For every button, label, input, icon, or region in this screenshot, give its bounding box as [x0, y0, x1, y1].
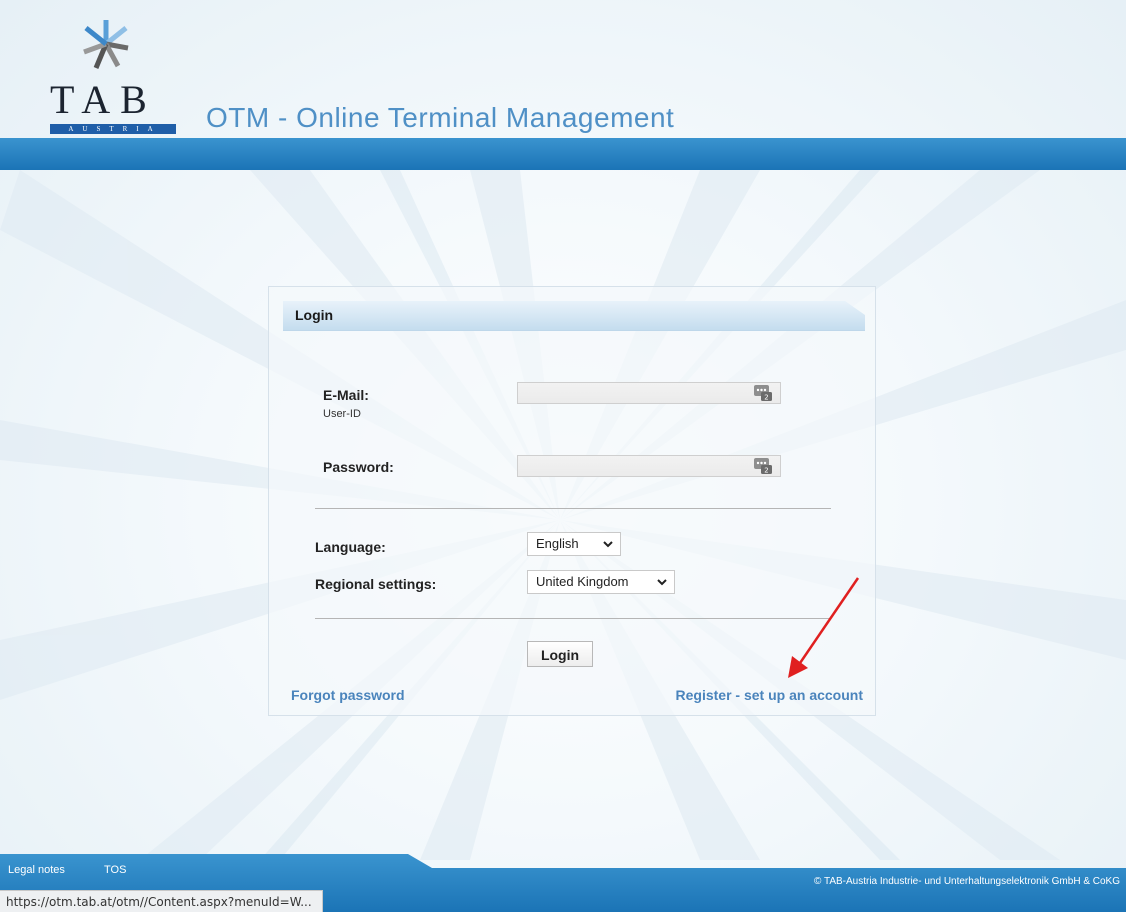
- copyright-text: © TAB-Austria Industrie- und Unterhaltun…: [813, 876, 1120, 887]
- svg-text:2: 2: [764, 467, 768, 475]
- regional-settings-select[interactable]: United Kingdom: [527, 570, 675, 594]
- legal-notes-link[interactable]: Legal notes: [8, 864, 65, 876]
- regional-settings-label: Regional settings:: [315, 576, 437, 592]
- language-selected-value: English: [536, 536, 579, 551]
- chevron-down-icon: [657, 579, 667, 586]
- email-input[interactable]: [517, 382, 781, 404]
- forgot-password-link[interactable]: Forgot password: [291, 687, 405, 703]
- tab-austria-logo: TAB AUSTRIA: [46, 18, 182, 138]
- svg-text:2: 2: [764, 394, 768, 402]
- email-label: E-Mail:: [323, 387, 369, 403]
- app-title: OTM - Online Terminal Management: [206, 102, 675, 133]
- password-key-icon[interactable]: 2: [753, 384, 773, 402]
- language-label: Language:: [315, 539, 386, 555]
- divider: [315, 618, 831, 619]
- red-arrow-icon: [788, 577, 860, 678]
- password-key-icon[interactable]: 2: [753, 457, 773, 475]
- star-burst-icon: [83, 20, 129, 69]
- email-sublabel: User-ID: [323, 408, 361, 420]
- regional-selected-value: United Kingdom: [536, 574, 629, 589]
- register-link[interactable]: Register - set up an account: [676, 687, 863, 703]
- panel-header-tab: [283, 301, 865, 331]
- language-select[interactable]: English: [527, 532, 621, 556]
- password-input[interactable]: [517, 455, 781, 477]
- tos-link[interactable]: TOS: [104, 864, 126, 876]
- login-button[interactable]: Login: [527, 641, 593, 667]
- divider: [315, 508, 831, 509]
- status-bar-url: https://otm.tab.at/otm//Content.aspx?men…: [0, 890, 323, 912]
- logo-subtitle: AUSTRIA: [50, 124, 176, 134]
- login-panel-title: Login: [295, 307, 334, 323]
- page-header: TAB AUSTRIA OTM - Online Terminal Manage…: [0, 0, 1126, 170]
- password-label: Password:: [323, 459, 394, 475]
- login-panel-header: Login: [283, 301, 865, 331]
- header-bar: [0, 138, 1126, 170]
- chevron-down-icon: [603, 541, 613, 548]
- logo-letters: TAB: [50, 77, 157, 122]
